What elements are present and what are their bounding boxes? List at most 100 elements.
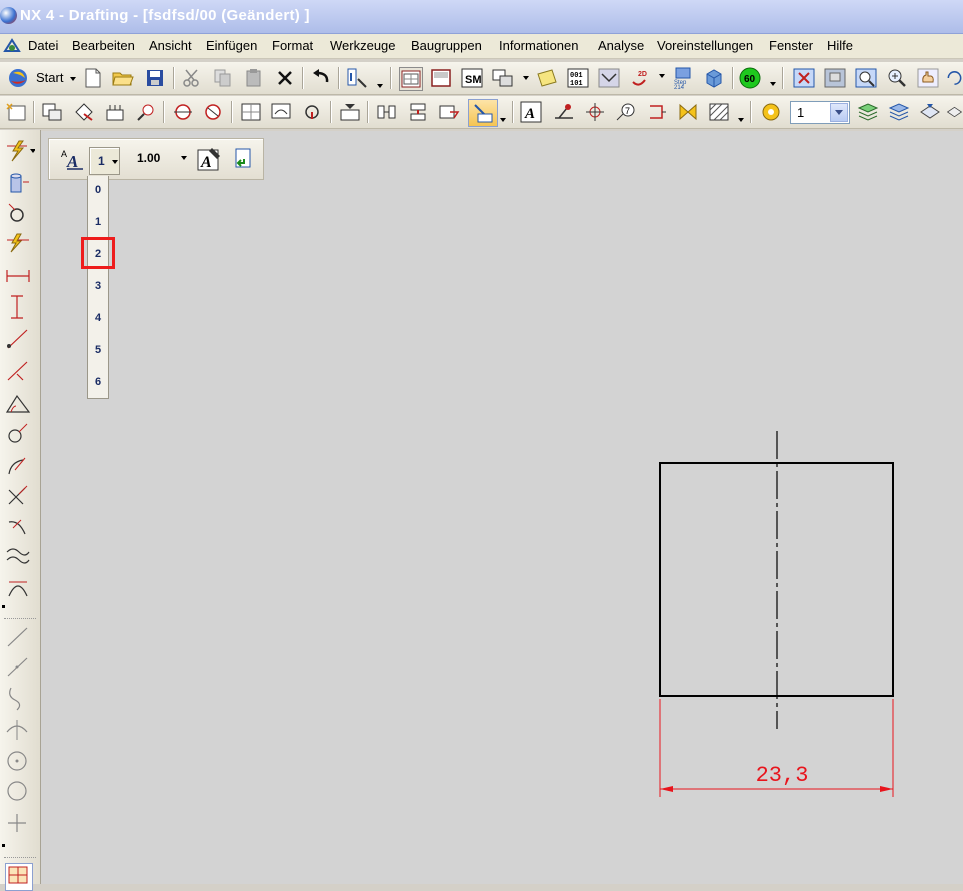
revolved-view-button[interactable]	[202, 101, 224, 123]
move-to-layer-button[interactable]	[919, 101, 941, 123]
work-layer-dropdown-arrow[interactable]	[830, 103, 848, 122]
vertical-dimension-button[interactable]	[5, 294, 31, 320]
cut-button[interactable]	[181, 67, 203, 89]
size-option-0[interactable]: 0	[88, 180, 108, 200]
size-option-5[interactable]: 5	[88, 340, 108, 360]
size-option-4[interactable]: 4	[88, 308, 108, 328]
base-view-button[interactable]	[41, 101, 63, 123]
size-option-1[interactable]: 1	[88, 212, 108, 232]
nx-app-icon[interactable]	[0, 7, 17, 24]
centerline-button[interactable]	[584, 101, 606, 123]
table-button[interactable]: 001 101	[567, 67, 589, 89]
size-option-6[interactable]: 6	[88, 372, 108, 392]
2d-dropdown-arrow[interactable]	[659, 74, 665, 78]
radius-dimension-button[interactable]	[5, 452, 31, 478]
edit-text-icon[interactable]: A	[197, 147, 221, 171]
layer-settings-button[interactable]	[760, 101, 782, 123]
section-button[interactable]	[598, 67, 620, 89]
point-button[interactable]	[5, 810, 31, 836]
zoom-window-button[interactable]	[824, 67, 846, 89]
projected-view-button[interactable]	[74, 101, 96, 123]
chamfer-dimension-button[interactable]	[5, 230, 31, 256]
menu-baugruppen[interactable]: Baugruppen	[411, 38, 482, 53]
zoom-button[interactable]	[855, 67, 877, 89]
note-button[interactable]	[536, 67, 558, 89]
angular-dimension-button[interactable]	[5, 390, 31, 416]
pan-button[interactable]	[917, 67, 939, 89]
menu-analyse[interactable]: Analyse	[598, 38, 644, 53]
layer-category-button[interactable]	[888, 101, 910, 123]
menu-einfuegen[interactable]: Einfügen	[206, 38, 257, 53]
save-button[interactable]	[144, 67, 166, 89]
insert-sheet-button[interactable]	[430, 67, 452, 89]
datum-feature-button[interactable]	[646, 101, 668, 123]
scale-value[interactable]: 1.00	[137, 151, 160, 165]
application-menu-icon[interactable]	[3, 37, 21, 55]
update-dropdown-arrow[interactable]	[770, 82, 776, 86]
menu-format[interactable]: Format	[272, 38, 313, 53]
view-boundary-button[interactable]	[240, 101, 262, 123]
dimension-text[interactable]: 23,3	[756, 763, 809, 788]
undo-button[interactable]	[310, 67, 332, 89]
start-button[interactable]: Start	[4, 67, 76, 89]
fit-view-button[interactable]	[793, 67, 815, 89]
align-view-button[interactable]	[376, 101, 398, 123]
circle-center-button[interactable]	[5, 748, 31, 774]
radius-to-center-button[interactable]	[5, 482, 31, 508]
info-dropdown-arrow[interactable]	[377, 84, 383, 88]
hole-dimension-button[interactable]	[5, 200, 31, 226]
zoom-in-out-button[interactable]	[886, 67, 908, 89]
font-style-icon[interactable]: A A	[60, 148, 84, 170]
menu-ansicht[interactable]: Ansicht	[149, 38, 192, 53]
thickness-dimension-button[interactable]	[5, 542, 31, 568]
parallel-dimension-button[interactable]	[5, 326, 31, 352]
paste-button[interactable]	[243, 67, 265, 89]
crosshatch-dropdown-arrow[interactable]	[738, 118, 744, 122]
delete-button[interactable]	[274, 67, 296, 89]
menu-informationen[interactable]: Informationen	[499, 38, 579, 53]
drawing-tools-button[interactable]	[5, 863, 33, 891]
section-line-button[interactable]	[135, 101, 157, 123]
break-view-button[interactable]	[172, 101, 194, 123]
view-dropdown-arrow[interactable]	[523, 76, 529, 80]
annotation-dropdown-button[interactable]	[468, 99, 498, 127]
information-button[interactable]	[346, 67, 368, 89]
view-dependent-edit-button[interactable]	[438, 101, 460, 123]
id-symbol-button[interactable]: 7	[615, 101, 637, 123]
copy-button[interactable]	[212, 67, 234, 89]
spline-button[interactable]	[5, 686, 31, 712]
crosshatch-button[interactable]	[708, 101, 730, 123]
arc-length-button[interactable]	[5, 574, 31, 600]
text-editor-button[interactable]: A	[520, 101, 542, 123]
work-layer-select[interactable]: 1	[790, 101, 850, 124]
menu-bearbeiten[interactable]: Bearbeiten	[72, 38, 135, 53]
size-option-3[interactable]: 3	[88, 276, 108, 296]
view-label-button[interactable]	[270, 101, 292, 123]
menu-hilfe[interactable]: Hilfe	[827, 38, 853, 53]
character-size-dropdown[interactable]: 1	[89, 147, 120, 175]
menu-datei[interactable]: Datei	[28, 38, 58, 53]
scale-dropdown-arrow[interactable]	[181, 156, 187, 160]
new-file-button[interactable]	[82, 67, 104, 89]
3d-model-button[interactable]	[703, 67, 725, 89]
folded-radius-button[interactable]	[5, 512, 31, 538]
horizontal-dimension-button[interactable]	[5, 262, 31, 288]
cylindrical-dimension-button[interactable]	[5, 420, 31, 446]
weld-symbol-button[interactable]	[553, 101, 575, 123]
tangent-line-button[interactable]	[5, 716, 31, 742]
update-views-button[interactable]	[339, 101, 361, 123]
menu-voreinstellungen[interactable]: Voreinstellungen	[657, 38, 753, 53]
menu-fenster[interactable]: Fenster	[769, 38, 813, 53]
inferred-dimension-button[interactable]	[5, 138, 36, 164]
step-export-button[interactable]: Step 214	[672, 67, 694, 89]
new-sheet-button[interactable]	[5, 101, 27, 123]
apply-style-icon[interactable]	[234, 147, 254, 171]
circle-button[interactable]	[5, 778, 31, 804]
copy-to-layer-button[interactable]	[946, 101, 963, 123]
perpendicular-dimension-button[interactable]	[5, 358, 31, 384]
layer-visible-button[interactable]	[857, 101, 879, 123]
move-view-button[interactable]	[407, 101, 429, 123]
2d-3d-button[interactable]: 2D	[629, 67, 651, 89]
update-button[interactable]: 60	[739, 67, 761, 89]
sm-button[interactable]: SM	[461, 67, 483, 89]
